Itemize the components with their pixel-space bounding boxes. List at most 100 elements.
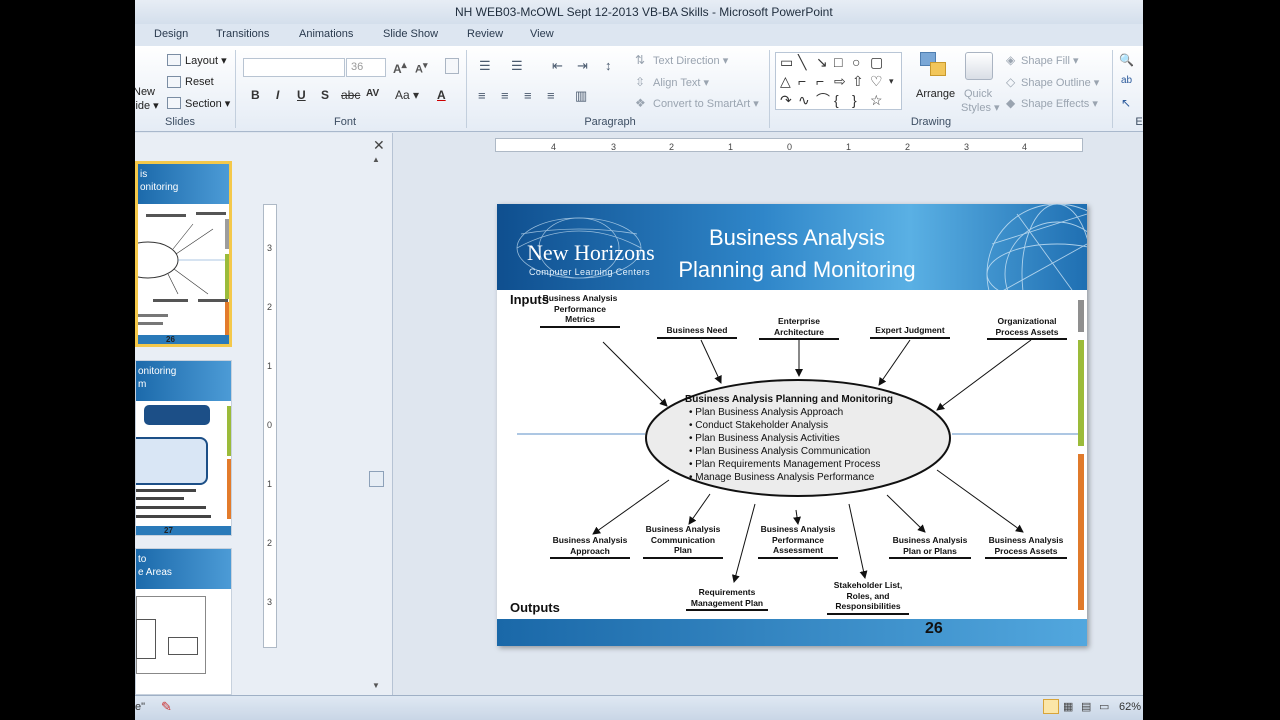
shape-outline-button[interactable]: Shape Outline ▾: [1021, 76, 1099, 89]
quick-styles-button[interactable]: Quick: [964, 88, 992, 100]
align-center-button[interactable]: ≡: [501, 88, 509, 103]
slide-thumbnail[interactable]: is onitoring 26: [135, 161, 232, 347]
thumbnail-number: 27: [164, 526, 173, 535]
spell-check-icon[interactable]: ✎: [161, 699, 172, 715]
bullets-button[interactable]: ☰: [479, 58, 491, 74]
columns-button[interactable]: ▥: [575, 88, 587, 104]
normal-view-button[interactable]: [1043, 699, 1059, 714]
elbow-connector-icon[interactable]: ⌐: [816, 74, 824, 88]
justify-button[interactable]: ≡: [547, 88, 555, 103]
heart-shape-icon[interactable]: ♡: [870, 74, 883, 88]
rounded-rect-shape-icon[interactable]: ▢: [870, 55, 883, 69]
thumbnail-header: is onitoring: [138, 164, 229, 204]
right-arrow-shape-icon[interactable]: ⇨: [834, 74, 846, 88]
strikethrough-button[interactable]: abc: [341, 88, 360, 102]
brace-left-icon[interactable]: {: [834, 93, 839, 107]
reading-view-icon[interactable]: ▤: [1081, 700, 1091, 713]
select-icon[interactable]: ↖: [1121, 96, 1131, 110]
clear-formatting-icon[interactable]: [445, 58, 459, 74]
gallery-more-icon[interactable]: ▾: [889, 74, 894, 88]
new-slide-dropdown[interactable]: lide ▾: [135, 99, 159, 112]
tab-design[interactable]: Design: [154, 28, 188, 40]
replace-icon[interactable]: ab: [1121, 75, 1132, 86]
shadow-button[interactable]: S: [321, 88, 329, 102]
svg-text:4: 4: [1022, 142, 1027, 152]
svg-text:4: 4: [551, 142, 556, 152]
shape-effects-button[interactable]: Shape Effects ▾: [1021, 97, 1098, 110]
freeform-icon[interactable]: ∿: [798, 93, 810, 107]
align-right-button[interactable]: ≡: [524, 88, 532, 103]
triangle-shape-icon[interactable]: △: [780, 74, 791, 88]
font-color-button[interactable]: A: [437, 88, 446, 102]
text-direction-button[interactable]: Text Direction ▾: [653, 54, 728, 67]
connector-shape-icon[interactable]: ⌐: [798, 74, 806, 88]
thumbnail-shape: [144, 405, 210, 425]
slide-thumbnail[interactable]: onitoring m 27: [135, 360, 232, 536]
center-item: • Plan Business Analysis Activities: [689, 433, 840, 444]
scroll-down-icon[interactable]: ▼: [372, 681, 380, 690]
thumbnail-scrollbar[interactable]: ▲ ▼: [367, 155, 387, 693]
thumbnail-diagram: [138, 212, 229, 325]
layout-button[interactable]: Layout ▾: [185, 54, 227, 67]
scroll-up-icon[interactable]: ▲: [372, 155, 380, 164]
zoom-level[interactable]: 62%: [1119, 701, 1141, 713]
center-item: • Plan Business Analysis Approach: [689, 407, 844, 418]
slide-thumbnail[interactable]: to e Areas: [135, 548, 232, 695]
up-arrow-shape-icon[interactable]: ⇧: [852, 74, 864, 88]
shrink-font-button[interactable]: A▾: [415, 60, 428, 76]
line-shape-icon[interactable]: ╲: [798, 55, 806, 69]
svg-text:0: 0: [787, 142, 792, 152]
slide-canvas[interactable]: New Horizons Computer Learning Centers B…: [497, 204, 1087, 646]
slide-show-view-icon[interactable]: ▭: [1099, 700, 1109, 713]
numbering-button[interactable]: ☰: [511, 58, 523, 74]
line-spacing-button[interactable]: ↕: [605, 58, 612, 73]
svg-text:2: 2: [905, 142, 910, 152]
convert-smartart-button[interactable]: Convert to SmartArt ▾: [653, 97, 759, 110]
tab-transitions[interactable]: Transitions: [216, 28, 269, 40]
slide-sorter-view-icon[interactable]: ▦: [1063, 700, 1073, 713]
arc-icon[interactable]: ⌒: [816, 93, 830, 107]
font-size-combo[interactable]: 36: [346, 58, 386, 77]
textbox-shape-icon[interactable]: ▭: [780, 55, 793, 69]
svg-text:1: 1: [728, 142, 733, 152]
grow-font-button[interactable]: A▴: [393, 60, 407, 76]
align-left-button[interactable]: ≡: [478, 88, 486, 103]
new-slide-button[interactable]: New: [135, 86, 155, 98]
input-item: Business Analysis Performance Metrics: [540, 293, 620, 328]
output-item: Requirements Management Plan: [686, 587, 768, 611]
close-pane-icon[interactable]: ✕: [373, 137, 385, 154]
decrease-indent-button[interactable]: ⇤: [552, 58, 563, 74]
align-text-button[interactable]: Align Text ▾: [653, 76, 709, 89]
shapes-gallery[interactable]: ▭ ╲ ↘ □ ○ ▢ △ ⌐ ⌐ ⇨ ⇧ ♡ ↷ ∿ ⌒ { } ☆ ▾: [775, 52, 902, 110]
brace-right-icon[interactable]: }: [852, 93, 857, 107]
ruler-ticks: 3 2 1 0 1 2 3: [267, 243, 272, 607]
curve-arrow-icon[interactable]: ↷: [780, 93, 792, 107]
tab-review[interactable]: Review: [467, 28, 503, 40]
section-button[interactable]: Section ▾: [185, 97, 230, 110]
arrange-button[interactable]: Arrange: [916, 88, 955, 100]
tab-animations[interactable]: Animations: [299, 28, 353, 40]
title-bar: NH WEB03-McOWL Sept 12-2013 VB-BA Skills…: [135, 0, 1143, 24]
thumbnail-header: to e Areas: [136, 549, 231, 589]
arrow-shape-icon[interactable]: ↘: [816, 55, 828, 69]
reset-button[interactable]: Reset: [185, 76, 214, 88]
increase-indent-button[interactable]: ⇥: [577, 58, 588, 74]
text-direction-icon: ⇅: [635, 53, 646, 67]
shape-fill-button[interactable]: Shape Fill ▾: [1021, 54, 1079, 67]
scroll-thumb[interactable]: [369, 471, 384, 487]
quick-styles-dropdown[interactable]: Styles ▾: [961, 101, 1000, 114]
italic-button[interactable]: I: [276, 88, 279, 102]
find-icon[interactable]: 🔍: [1119, 53, 1134, 67]
font-name-combo[interactable]: [243, 58, 345, 77]
tab-slide-show[interactable]: Slide Show: [383, 28, 438, 40]
rectangle-shape-icon[interactable]: □: [834, 55, 842, 69]
star-shape-icon[interactable]: ☆: [870, 93, 883, 107]
character-spacing-button[interactable]: AV: [366, 88, 379, 99]
ribbon-tabs: Design Transitions Animations Slide Show…: [135, 24, 1143, 46]
bold-button[interactable]: B: [251, 88, 260, 102]
tab-view[interactable]: View: [530, 28, 554, 40]
change-case-button[interactable]: Aa ▾: [395, 88, 419, 102]
oval-shape-icon[interactable]: ○: [852, 55, 860, 69]
underline-button[interactable]: U: [297, 88, 306, 102]
separator: [769, 50, 770, 128]
